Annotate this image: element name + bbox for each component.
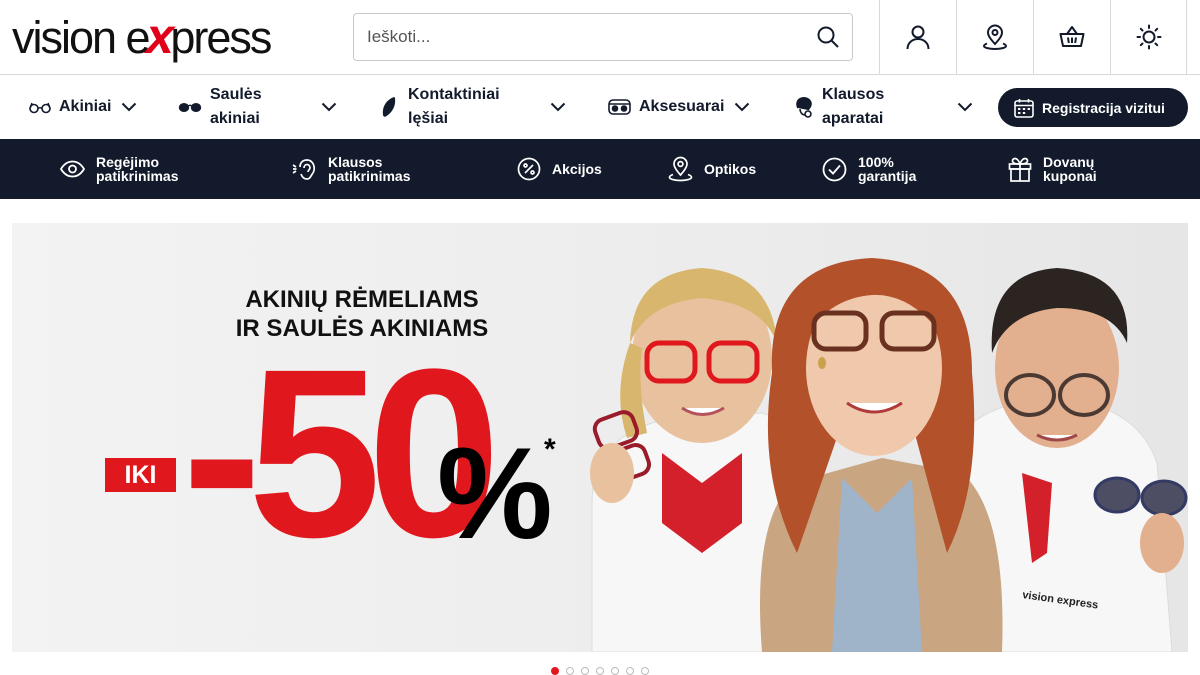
service-label: Akcijos (552, 161, 602, 177)
banner-people-illustration: vision express (590, 258, 1188, 652)
chevron-down-icon (550, 102, 566, 112)
account-button[interactable] (879, 0, 956, 74)
search-icon[interactable] (804, 14, 852, 60)
chevron-down-icon (321, 102, 337, 112)
service-label: Regėjimo patikrinimas (96, 154, 179, 184)
service-optikos[interactable]: Optikos (668, 139, 768, 199)
eye-icon (60, 160, 85, 178)
promo-banner[interactable]: AKINIŲ RĖMELIAMS IR SAULĖS AKINIAMS IKI … (12, 223, 1188, 652)
nav-label: Klausos aparatai (822, 86, 885, 127)
nav-item-aksesuarai[interactable]: Aksesuarai (608, 75, 753, 139)
theme-toggle-button[interactable] (1110, 0, 1187, 74)
services-bar: Regėjimo patikrinimas Klausos patikrinim… (0, 139, 1200, 199)
sun-icon (1136, 24, 1162, 50)
glasses-icon (29, 100, 51, 114)
user-icon (905, 24, 931, 50)
service-dovanu-kuponai[interactable]: Dovanų kuponai (1008, 139, 1138, 199)
hearing-aid-icon (794, 96, 814, 118)
service-akcijos[interactable]: Akcijos (517, 139, 617, 199)
vision-express-logo[interactable]: vision e x press (12, 8, 272, 64)
service-label: Dovanų kuponai (1043, 154, 1097, 184)
carousel-dot[interactable] (611, 667, 619, 675)
carousel-dot[interactable] (566, 667, 574, 675)
sunglasses-icon (178, 101, 202, 113)
contact-lens-icon (380, 96, 400, 118)
carousel-dot[interactable] (626, 667, 634, 675)
nav-item-saules-akiniai[interactable]: Saulės akiniai (178, 75, 340, 139)
ear-icon (292, 157, 317, 181)
nav-item-akiniai[interactable]: Akiniai (29, 75, 141, 139)
person-center (760, 258, 1003, 652)
service-garantija[interactable]: 100% garantija (822, 139, 942, 199)
banner-prefix: IKI (105, 458, 176, 492)
registration-label: Registracija vizitui (1042, 99, 1165, 116)
basket-icon (1059, 24, 1085, 50)
service-label: Optikos (704, 161, 757, 177)
percent-icon (517, 157, 541, 181)
location-pin-icon (668, 156, 693, 182)
search-input[interactable] (354, 14, 804, 60)
nav-label: Saulės akiniai (210, 86, 262, 127)
service-label: 100% garantija (858, 154, 917, 184)
carousel-dot[interactable] (551, 667, 559, 675)
gift-icon (1008, 157, 1032, 182)
chevron-down-icon (957, 102, 973, 112)
calendar-icon (1014, 98, 1034, 118)
glasses-case-icon (608, 99, 631, 115)
carousel-dot[interactable] (581, 667, 589, 675)
nav-label: Akiniai (59, 98, 112, 115)
carousel-dots (551, 667, 649, 675)
registration-button[interactable]: Registracija vizitui (998, 88, 1188, 127)
nav-item-klausos-aparatai[interactable]: Klausos aparatai (794, 75, 976, 139)
logo-text-end: press (170, 12, 272, 63)
service-label: Klausos patikrinimas (328, 154, 411, 184)
banner-headline-line1: AKINIŲ RĖMELIAMS (245, 286, 479, 313)
site-header: vision e x press (0, 0, 1200, 75)
carousel-dot[interactable] (596, 667, 604, 675)
nav-item-kontaktiniai-lesiai[interactable]: Kontaktiniai lęšiai (380, 75, 570, 139)
carousel-dot[interactable] (641, 667, 649, 675)
check-circle-icon (822, 157, 847, 182)
basket-button[interactable] (1033, 0, 1110, 74)
banner-percent: % (437, 420, 553, 566)
map-pin-icon (982, 24, 1008, 50)
nav-label: Kontaktiniai lęšiai (408, 86, 500, 127)
nav-label: Aksesuarai (639, 98, 725, 115)
main-nav: Akiniai Saulės akiniai Kontaktiniai lęši… (0, 75, 1200, 139)
chevron-down-icon (121, 102, 137, 112)
service-regejimo-patikrinimas[interactable]: Regėjimo patikrinimas (60, 139, 230, 199)
service-klausos-patikrinimas[interactable]: Klausos patikrinimas (292, 139, 452, 199)
logo-text: vision e (12, 12, 151, 63)
chevron-down-icon (734, 102, 750, 112)
store-locator-button[interactable] (956, 0, 1033, 74)
search-box (353, 13, 853, 61)
